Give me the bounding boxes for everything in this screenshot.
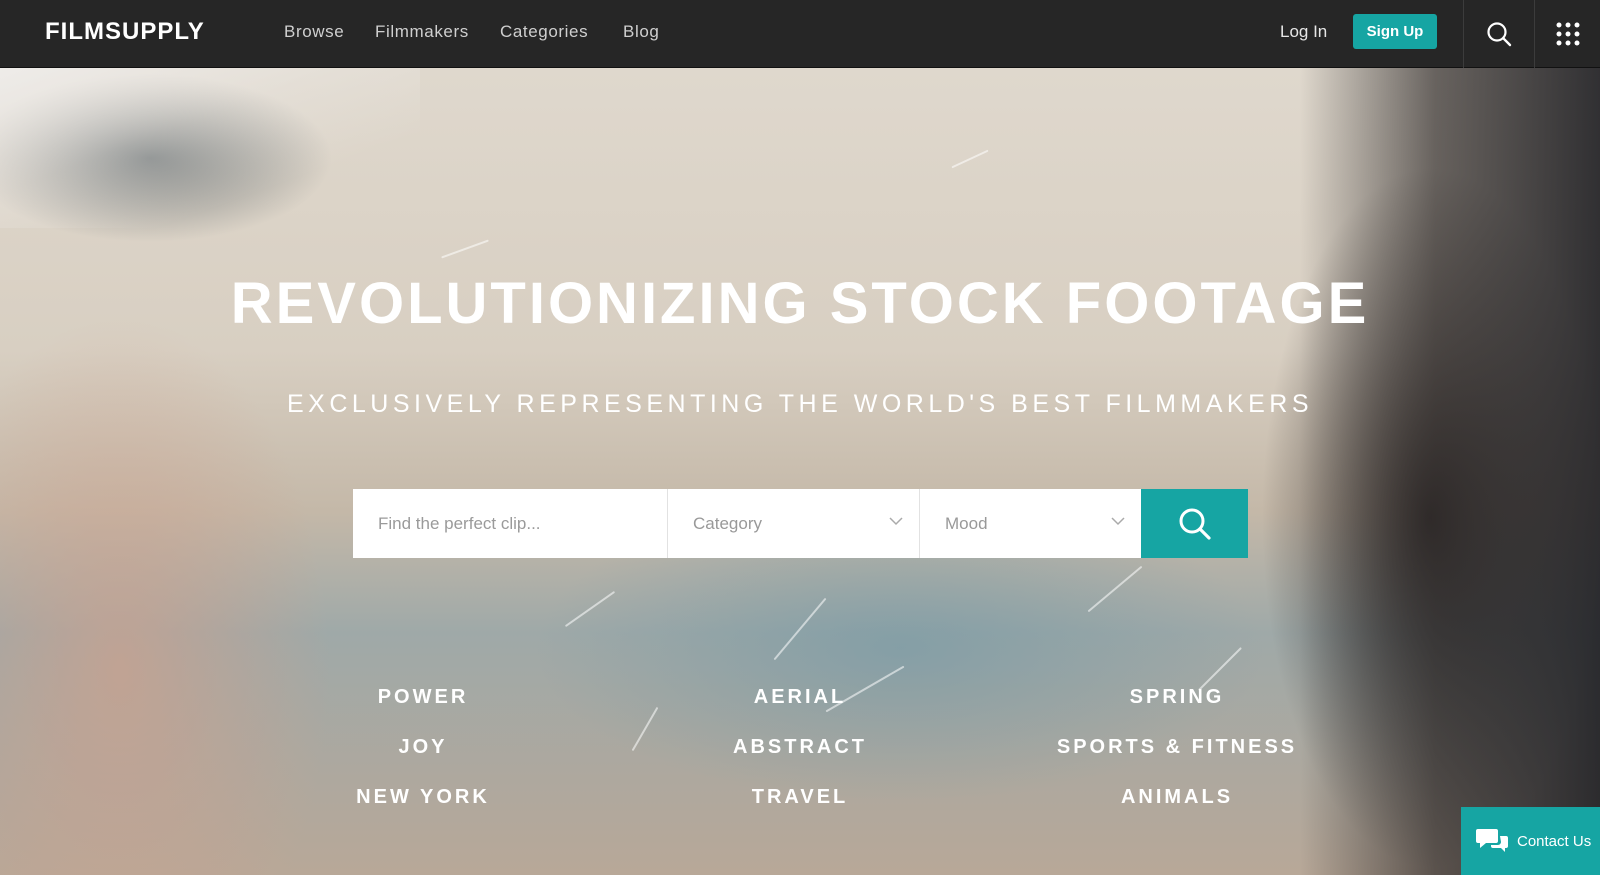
category-link-spring[interactable]: SPRING [1027, 686, 1327, 709]
top-navigation: FILMSUPPLY Browse Filmmakers Categories … [0, 0, 1600, 68]
grid-menu-icon [1556, 22, 1579, 46]
nav-link-browse[interactable]: Browse [284, 22, 344, 42]
splash-streak [951, 149, 989, 169]
category-link-new-york[interactable]: NEW YORK [273, 786, 573, 809]
hero-headline: REVOLUTIONIZING STOCK FOOTAGE [230, 271, 1370, 336]
contact-us-button[interactable]: Contact Us [1461, 807, 1600, 875]
category-dropdown-label: Category [693, 513, 762, 533]
nav-link-categories[interactable]: Categories [500, 22, 588, 42]
search-icon [1179, 508, 1211, 540]
splash-streak [441, 239, 489, 259]
search-submit-button[interactable] [1141, 489, 1248, 558]
chevron-down-icon [889, 517, 903, 526]
nav-link-blog[interactable]: Blog [623, 22, 659, 42]
splash-streak [1087, 565, 1143, 613]
category-link-power[interactable]: POWER [273, 686, 573, 709]
category-link-travel[interactable]: TRAVEL [650, 786, 950, 809]
filmsupply-logo[interactable]: FILMSUPPLY [45, 18, 205, 46]
splash-streak [773, 597, 827, 661]
search-icon [1487, 22, 1512, 47]
apps-menu-button[interactable] [1535, 0, 1600, 68]
category-link-abstract[interactable]: ABSTRACT [650, 736, 950, 759]
hero-highlight [0, 68, 420, 228]
login-link[interactable]: Log In [1280, 22, 1327, 42]
category-link-aerial[interactable]: AERIAL [650, 686, 950, 709]
search-toggle-button[interactable] [1464, 0, 1534, 68]
hero-shadow [1300, 68, 1600, 875]
category-link-joy[interactable]: JOY [273, 736, 573, 759]
splash-streak [564, 590, 616, 628]
nav-link-filmmakers[interactable]: Filmmakers [375, 22, 469, 42]
splash-streak [1198, 647, 1242, 691]
mood-dropdown[interactable]: Mood [920, 489, 1141, 558]
signup-button[interactable]: Sign Up [1353, 14, 1437, 49]
contact-us-label: Contact Us [1517, 832, 1592, 850]
category-dropdown[interactable]: Category [668, 489, 920, 558]
clip-search-input[interactable] [353, 489, 668, 558]
category-link-sports-fitness[interactable]: SPORTS & FITNESS [1027, 736, 1327, 759]
mood-dropdown-label: Mood [945, 513, 988, 533]
category-link-animals[interactable]: ANIMALS [1027, 786, 1327, 809]
hero-subheadline: EXCLUSIVELY REPRESENTING THE WORLD'S BES… [286, 390, 1313, 418]
chevron-down-icon [1111, 517, 1125, 526]
clip-search-bar: Category Mood [353, 489, 1249, 558]
chat-bubbles-icon [1476, 829, 1508, 852]
